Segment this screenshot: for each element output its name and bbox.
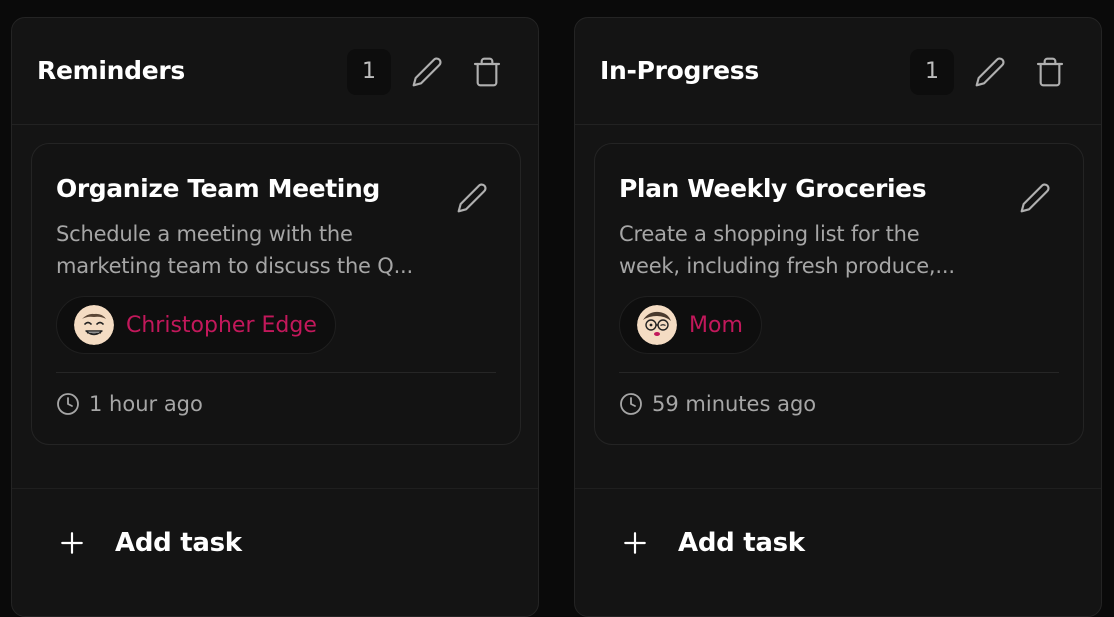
- task-title: Plan Weekly Groceries: [619, 174, 927, 203]
- task-description: Schedule a meeting with the marketing te…: [56, 218, 436, 282]
- pencil-icon: [975, 57, 1005, 87]
- assignee-chip[interactable]: Christopher Edge: [56, 296, 336, 354]
- task-card[interactable]: Plan Weekly Groceries Create a shopping …: [594, 143, 1084, 445]
- clock-icon: [57, 393, 79, 415]
- delete-column-button[interactable]: [467, 52, 507, 92]
- column-title: In-Progress: [600, 56, 759, 85]
- task-description: Create a shopping list for the week, inc…: [619, 218, 999, 282]
- task-description-line: week, including fresh produce,...: [619, 254, 955, 278]
- plus-icon: [61, 532, 83, 554]
- divider: [56, 372, 496, 373]
- avatar: [637, 305, 677, 345]
- task-count-badge: 1: [347, 49, 391, 95]
- edit-task-button[interactable]: [1015, 178, 1055, 218]
- task-card[interactable]: Organize Team Meeting Schedule a meeting…: [31, 143, 521, 445]
- add-task-label: Add task: [678, 528, 805, 558]
- column-reminders: Reminders 1 Organize Team Meeting Schedu…: [11, 17, 539, 617]
- trash-icon: [1036, 57, 1064, 87]
- pencil-icon: [457, 183, 487, 213]
- pencil-icon: [1020, 183, 1050, 213]
- column-title: Reminders: [37, 56, 185, 85]
- plus-icon: [624, 532, 646, 554]
- column-header: Reminders 1: [12, 18, 538, 125]
- column-header: In-Progress 1: [575, 18, 1101, 125]
- edit-task-button[interactable]: [452, 178, 492, 218]
- task-title: Organize Team Meeting: [56, 174, 380, 203]
- task-timestamp: 59 minutes ago: [619, 392, 816, 416]
- time-text: 59 minutes ago: [652, 392, 817, 416]
- task-description-line: marketing team to discuss the Q...: [56, 254, 413, 278]
- edit-column-button[interactable]: [970, 52, 1010, 92]
- delete-column-button[interactable]: [1030, 52, 1070, 92]
- task-description-line: Create a shopping list for the: [619, 222, 920, 246]
- trash-icon: [473, 57, 501, 87]
- assignee-name: Christopher Edge: [126, 312, 317, 338]
- add-task-button[interactable]: Add task: [622, 528, 805, 558]
- divider: [12, 488, 538, 489]
- divider: [619, 372, 1059, 373]
- assignee-name: Mom: [689, 312, 743, 338]
- assignee-chip[interactable]: Mom: [619, 296, 762, 354]
- task-description-line: Schedule a meeting with the: [56, 222, 353, 246]
- avatar: [74, 305, 114, 345]
- time-text: 1 hour ago: [89, 392, 203, 416]
- pencil-icon: [412, 57, 442, 87]
- task-count-badge: 1: [910, 49, 954, 95]
- divider: [575, 488, 1101, 489]
- add-task-label: Add task: [115, 528, 242, 558]
- column-in-progress: In-Progress 1 Plan Weekly Groceries Crea…: [574, 17, 1102, 617]
- task-timestamp: 1 hour ago: [56, 392, 203, 416]
- edit-column-button[interactable]: [407, 52, 447, 92]
- clock-icon: [620, 393, 642, 415]
- add-task-button[interactable]: Add task: [59, 528, 242, 558]
